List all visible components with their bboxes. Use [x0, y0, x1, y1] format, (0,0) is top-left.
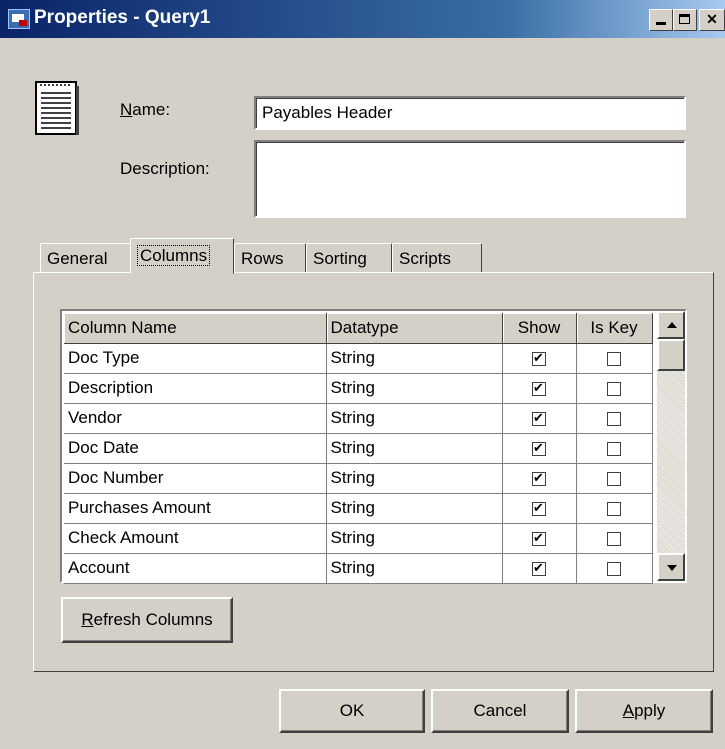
datatype-cell[interactable]: String	[326, 463, 503, 494]
is-key-cell[interactable]	[576, 553, 653, 584]
show-cell[interactable]	[502, 343, 577, 374]
maximize-button[interactable]	[673, 9, 697, 31]
header-datatype[interactable]: Datatype	[326, 313, 503, 344]
minimize-button[interactable]	[649, 9, 673, 31]
is-key-checkbox[interactable]	[607, 471, 621, 486]
is-key-checkbox[interactable]	[607, 531, 621, 546]
show-checkbox[interactable]	[532, 500, 546, 516]
ok-button[interactable]: OK	[279, 689, 425, 733]
vertical-scrollbar[interactable]	[657, 311, 685, 581]
column-name-cell[interactable]: Purchases Amount	[64, 493, 327, 524]
tab-sorting[interactable]: Sorting	[306, 243, 392, 273]
show-checkbox[interactable]	[532, 470, 546, 486]
table-row[interactable]: Check Amount String	[64, 523, 653, 554]
is-key-cell[interactable]	[576, 463, 653, 494]
close-button[interactable]: ✕	[699, 9, 725, 31]
name-input[interactable]: Payables Header	[254, 96, 686, 130]
show-cell[interactable]	[502, 523, 577, 554]
is-key-cell[interactable]	[576, 403, 653, 434]
tab-scripts[interactable]: Scripts	[392, 243, 482, 273]
tab-columns[interactable]: Columns	[130, 238, 234, 274]
table-header-row: Column Name Datatype Show Is Key	[64, 313, 653, 344]
datatype-cell[interactable]: String	[326, 403, 503, 434]
header-column-name[interactable]: Column Name	[64, 313, 327, 344]
show-checkbox[interactable]	[532, 560, 546, 576]
show-cell[interactable]	[502, 373, 577, 404]
is-key-checkbox[interactable]	[607, 381, 621, 396]
datatype-cell[interactable]: String	[326, 553, 503, 584]
name-label: Name:	[120, 100, 171, 119]
header-is-key[interactable]: Is Key	[576, 313, 653, 344]
datatype-cell[interactable]: String	[326, 493, 503, 524]
show-checkbox[interactable]	[532, 350, 546, 366]
column-name-cell[interactable]: Check Amount	[64, 523, 327, 554]
columns-table: Column Name Datatype Show Is Key Doc Typ…	[64, 313, 653, 584]
table-row[interactable]: Description String	[64, 373, 653, 404]
header-show[interactable]: Show	[502, 313, 577, 344]
is-key-cell[interactable]	[576, 373, 653, 404]
datatype-cell[interactable]: String	[326, 433, 503, 464]
column-name-cell[interactable]: Description	[64, 373, 327, 404]
show-cell[interactable]	[502, 403, 577, 434]
show-cell[interactable]	[502, 463, 577, 494]
show-cell[interactable]	[502, 433, 577, 464]
table-row[interactable]: Doc Type String	[64, 343, 653, 374]
show-cell[interactable]	[502, 553, 577, 584]
is-key-checkbox[interactable]	[607, 561, 621, 576]
description-label: Description:	[120, 159, 210, 178]
show-checkbox[interactable]	[532, 410, 546, 426]
arrow-down-icon	[667, 565, 677, 571]
table-row[interactable]: Account String	[64, 553, 653, 584]
cancel-button[interactable]: Cancel	[431, 689, 569, 733]
table-row[interactable]: Doc Number String	[64, 463, 653, 494]
window-title: Properties - Query1	[34, 7, 211, 28]
is-key-cell[interactable]	[576, 493, 653, 524]
column-name-cell[interactable]: Doc Date	[64, 433, 327, 464]
is-key-cell[interactable]	[576, 343, 653, 374]
show-checkbox[interactable]	[532, 530, 546, 546]
table-row[interactable]: Doc Date String	[64, 433, 653, 464]
scroll-thumb[interactable]	[657, 339, 685, 371]
scroll-down-button[interactable]	[657, 553, 685, 581]
apply-button[interactable]: Apply	[575, 689, 713, 733]
description-textarea[interactable]	[254, 140, 686, 218]
tab-rows[interactable]: Rows	[234, 243, 306, 273]
scroll-up-button[interactable]	[657, 311, 685, 339]
arrow-up-icon	[667, 322, 677, 328]
show-cell[interactable]	[502, 493, 577, 524]
columns-grid: Column Name Datatype Show Is Key Doc Typ…	[60, 309, 687, 584]
document-icon	[35, 81, 79, 135]
table-row[interactable]: Vendor String	[64, 403, 653, 434]
is-key-cell[interactable]	[576, 433, 653, 464]
is-key-cell[interactable]	[576, 523, 653, 554]
show-checkbox[interactable]	[532, 440, 546, 456]
is-key-checkbox[interactable]	[607, 411, 621, 426]
datatype-cell[interactable]: String	[326, 523, 503, 554]
tab-general[interactable]: General	[40, 243, 132, 273]
datatype-cell[interactable]: String	[326, 373, 503, 404]
table-row[interactable]: Purchases Amount String	[64, 493, 653, 524]
is-key-checkbox[interactable]	[607, 441, 621, 456]
is-key-checkbox[interactable]	[607, 351, 621, 366]
title-bar[interactable]: Properties - Query1 ✕	[0, 0, 725, 38]
show-checkbox[interactable]	[532, 380, 546, 396]
datatype-cell[interactable]: String	[326, 343, 503, 374]
refresh-columns-button[interactable]: Refresh Columns	[61, 597, 233, 643]
column-name-cell[interactable]: Doc Type	[64, 343, 327, 374]
column-name-cell[interactable]: Account	[64, 553, 327, 584]
column-name-cell[interactable]: Doc Number	[64, 463, 327, 494]
app-icon	[8, 9, 30, 29]
column-name-cell[interactable]: Vendor	[64, 403, 327, 434]
is-key-checkbox[interactable]	[607, 501, 621, 516]
